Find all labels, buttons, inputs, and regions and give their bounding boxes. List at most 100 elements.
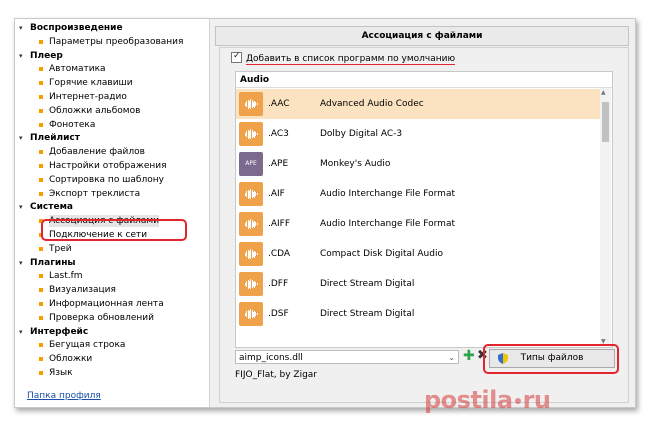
tree-item[interactable]: Интернет-радио bbox=[39, 91, 127, 103]
bullet-icon bbox=[39, 246, 43, 251]
tree-item[interactable]: Обложки альбомов bbox=[39, 105, 141, 117]
watermark-right: ru bbox=[522, 386, 551, 414]
bullet-icon bbox=[39, 108, 43, 113]
tree-item[interactable]: Last.fm bbox=[39, 270, 83, 282]
settings-window: ▾ Воспроизведение Параметры преобразования… bbox=[14, 18, 636, 408]
collapse-arrow-icon[interactable]: ▾ bbox=[19, 22, 23, 34]
tree-item[interactable]: Фонотека bbox=[39, 119, 96, 131]
tree-category-label: Плагины bbox=[30, 257, 76, 268]
add-icon[interactable]: ✚ bbox=[463, 348, 475, 364]
ape-icon-label: APE bbox=[245, 160, 257, 167]
tree-item[interactable]: Экспорт треклиста bbox=[39, 188, 140, 200]
tree-category-label: Система bbox=[30, 202, 73, 213]
icon-set-combo[interactable]: aimp_icons.dll ⌄ bbox=[235, 350, 459, 364]
file-type-row[interactable]: .DFF Direct Stream Digital bbox=[236, 269, 600, 299]
bullet-icon bbox=[39, 315, 43, 320]
default-programs-checkbox-row[interactable]: ✓ Добавить в список программ по умолчанию bbox=[231, 51, 456, 65]
file-type-list[interactable]: Audio .AAC Advanced Audio Codec .AC3 Dolby … bbox=[235, 71, 613, 348]
audio-wave-icon bbox=[239, 272, 263, 296]
tree-category-label: Плейлист bbox=[30, 133, 80, 144]
audio-wave-icon bbox=[239, 182, 263, 206]
file-type-row[interactable]: .DSF Direct Stream Digital bbox=[236, 299, 600, 329]
file-type-row[interactable]: .AIFF Audio Interchange File Format bbox=[236, 209, 600, 239]
tree-item[interactable]: Проверка обновлений bbox=[39, 312, 154, 324]
tree-item[interactable]: Визуализация bbox=[39, 284, 116, 296]
bullet-icon bbox=[39, 288, 43, 293]
waveform-glyph bbox=[245, 249, 258, 259]
tree-item[interactable]: Трей bbox=[39, 243, 72, 255]
tree-item-label: Горячие клавиши bbox=[49, 78, 133, 89]
highlight-file-association bbox=[41, 219, 187, 241]
tree-item[interactable]: Информационная лента bbox=[39, 298, 164, 310]
collapse-arrow-icon[interactable]: ▾ bbox=[19, 201, 23, 213]
tree-item[interactable]: Параметры преобразования bbox=[39, 36, 183, 48]
file-type-row[interactable]: .AAC Advanced Audio Codec bbox=[236, 89, 600, 119]
tree-item-label: Проверка обновлений bbox=[49, 312, 154, 323]
scroll-up-icon[interactable]: ▲ bbox=[601, 89, 606, 96]
waveform-glyph bbox=[245, 99, 258, 109]
file-extension: .CDA bbox=[268, 249, 291, 259]
settings-tree: ▾ Воспроизведение Параметры преобразования… bbox=[15, 19, 210, 407]
audio-wave-icon bbox=[239, 302, 263, 326]
collapse-arrow-icon[interactable]: ▾ bbox=[19, 326, 23, 338]
tree-category[interactable]: ▾ Плагины bbox=[19, 257, 76, 269]
file-type-description: Advanced Audio Codec bbox=[320, 99, 424, 109]
file-type-row[interactable]: .AIF Audio Interchange File Format bbox=[236, 179, 600, 209]
bullet-icon bbox=[39, 343, 43, 348]
file-extension: .AIF bbox=[268, 189, 285, 199]
tree-item[interactable]: Обложки bbox=[39, 353, 93, 365]
tree-category[interactable]: ▾ Интерфейс bbox=[19, 326, 88, 338]
file-extension: .AIFF bbox=[268, 219, 291, 229]
collapse-arrow-icon[interactable]: ▾ bbox=[19, 132, 23, 144]
scroll-thumb[interactable] bbox=[602, 102, 609, 142]
default-programs-checkbox[interactable]: ✓ bbox=[231, 51, 242, 63]
profile-folder-link[interactable]: Папка профиля bbox=[27, 390, 101, 402]
list-scrollbar[interactable]: ▲ ▼ bbox=[600, 88, 611, 346]
file-type-row[interactable]: .AC3 Dolby Digital AC-3 bbox=[236, 119, 600, 149]
tree-item-label: Обложки альбомов bbox=[49, 105, 141, 116]
bullet-icon bbox=[39, 81, 43, 86]
waveform-glyph bbox=[245, 219, 258, 229]
tree-category[interactable]: ▾ Плейлист bbox=[19, 132, 80, 144]
file-extension: .APE bbox=[268, 159, 289, 169]
bullet-icon bbox=[39, 302, 43, 306]
tree-item-label: Обложки bbox=[49, 354, 93, 365]
audio-wave-icon bbox=[239, 122, 263, 146]
waveform-glyph bbox=[245, 309, 258, 319]
icon-set-value: aimp_icons.dll bbox=[239, 353, 303, 363]
watermark-left: postila bbox=[424, 386, 513, 414]
tree-item-label: Сортировка по шаблону bbox=[49, 174, 164, 185]
waveform-glyph bbox=[245, 189, 258, 199]
tree-category[interactable]: ▾ Плеер bbox=[19, 50, 63, 62]
skin-credit: FIJO_Flat, by Zigar bbox=[235, 370, 318, 380]
tree-item-label: Фонотека bbox=[49, 119, 96, 130]
tree-item[interactable]: Сортировка по шаблону bbox=[39, 174, 164, 186]
collapse-arrow-icon[interactable]: ▾ bbox=[19, 257, 23, 269]
tree-item[interactable]: Горячие клавиши bbox=[39, 77, 133, 89]
tree-item[interactable]: Бегущая строка bbox=[39, 339, 125, 351]
tree-item-label: Интернет-радио bbox=[49, 92, 127, 102]
tree-item[interactable]: Автоматика bbox=[39, 63, 106, 75]
tree-item[interactable]: Язык bbox=[39, 367, 73, 379]
tree-item[interactable]: Добавление файлов bbox=[39, 146, 145, 158]
tree-item[interactable]: Настройки отображения bbox=[39, 160, 167, 172]
bullet-icon bbox=[39, 274, 43, 279]
bullet-icon bbox=[39, 95, 43, 99]
tree-category[interactable]: ▾ Воспроизведение bbox=[19, 22, 123, 34]
file-type-row[interactable]: APE .APE Monkey's Audio bbox=[236, 149, 600, 179]
file-type-description: Monkey's Audio bbox=[320, 159, 391, 169]
chevron-down-icon[interactable]: ⌄ bbox=[448, 351, 455, 365]
file-type-row[interactable]: .CDA Compact Disk Digital Audio bbox=[236, 239, 600, 269]
waveform-glyph bbox=[245, 129, 258, 139]
file-type-description: Direct Stream Digital bbox=[320, 309, 415, 319]
tree-item-label: Автоматика bbox=[49, 64, 106, 75]
bullet-icon bbox=[39, 122, 43, 127]
watermark: postila ru bbox=[424, 386, 551, 414]
file-type-description: Audio Interchange File Format bbox=[320, 219, 455, 229]
collapse-arrow-icon[interactable]: ▾ bbox=[19, 50, 23, 62]
list-header-audio: Audio bbox=[236, 72, 612, 88]
bullet-icon bbox=[39, 371, 43, 375]
tree-item-label: Last.fm bbox=[49, 271, 83, 282]
tree-item-label: Добавление файлов bbox=[49, 147, 145, 158]
tree-category[interactable]: ▾ Система bbox=[19, 201, 73, 213]
